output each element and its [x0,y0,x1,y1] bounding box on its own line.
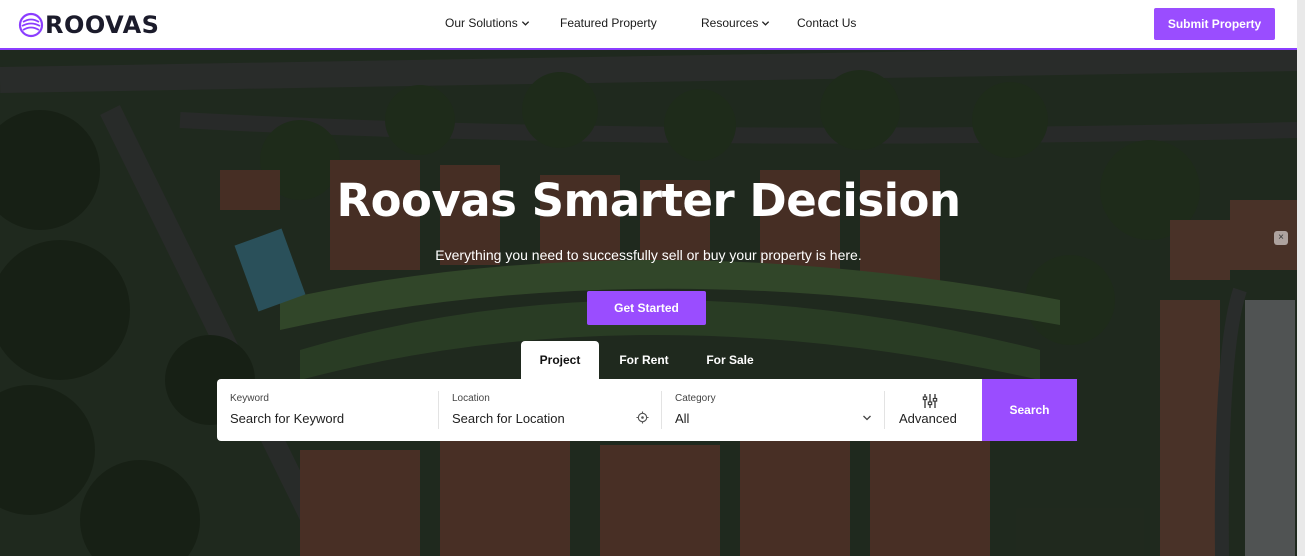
keyword-label: Keyword [230,393,269,404]
get-started-button[interactable]: Get Started [587,291,706,325]
nav-label: Our Solutions [445,16,518,30]
brand-logo[interactable]: ROOVAS [18,10,159,40]
chevron-down-icon [863,415,871,421]
keyword-field[interactable]: Keyword Search for Keyword [217,379,438,441]
tab-label: For Rent [619,353,669,367]
nav-contact-us[interactable]: Contact Us [797,16,856,30]
tab-project[interactable]: Project [521,341,599,379]
tab-label: Project [539,353,581,367]
nav-featured-property[interactable]: Featured Property [560,16,657,30]
tab-for-sale[interactable]: For Sale [693,341,767,379]
category-label: Category [675,393,716,404]
submit-property-button[interactable]: Submit Property [1154,8,1275,40]
location-field[interactable]: Location Search for Location [439,379,661,441]
chevron-down-icon [521,20,529,26]
location-input[interactable]: Search for Location [452,411,565,426]
keyword-input[interactable]: Search for Keyword [230,411,344,426]
hero-subtitle: Everything you need to successfully sell… [435,247,862,263]
nav-label: Contact Us [797,16,857,30]
close-icon[interactable]: × [1274,231,1288,245]
nav-our-solutions[interactable]: Our Solutions [445,16,530,30]
site-header: ROOVAS Our Solutions Featured Property R… [0,0,1297,50]
category-value: All [675,411,690,426]
nav-label: Featured Property [560,16,657,30]
brand-name: ROOVAS [45,11,160,39]
chevron-down-icon [762,20,770,26]
nav-resources[interactable]: Resources [701,16,770,30]
location-label: Location [452,393,490,404]
advanced-toggle[interactable]: Advanced [885,379,982,441]
scrollbar-track[interactable] [1297,0,1305,556]
tab-label: For Sale [706,353,754,367]
sliders-icon [922,394,938,408]
tab-for-rent[interactable]: For Rent [607,341,681,379]
crosshair-icon[interactable] [636,411,649,424]
advanced-label: Advanced [899,411,957,426]
category-select[interactable]: Category All [662,379,884,441]
nav-label: Resources [701,16,759,30]
search-button[interactable]: Search [982,379,1077,441]
logo-mark-icon [18,12,44,38]
hero-section: Roovas Smarter Decision Everything you n… [0,50,1297,556]
hero-title: Roovas Smarter Decision [336,174,961,227]
property-search-form: Keyword Search for Keyword Location Sear… [217,379,1077,441]
